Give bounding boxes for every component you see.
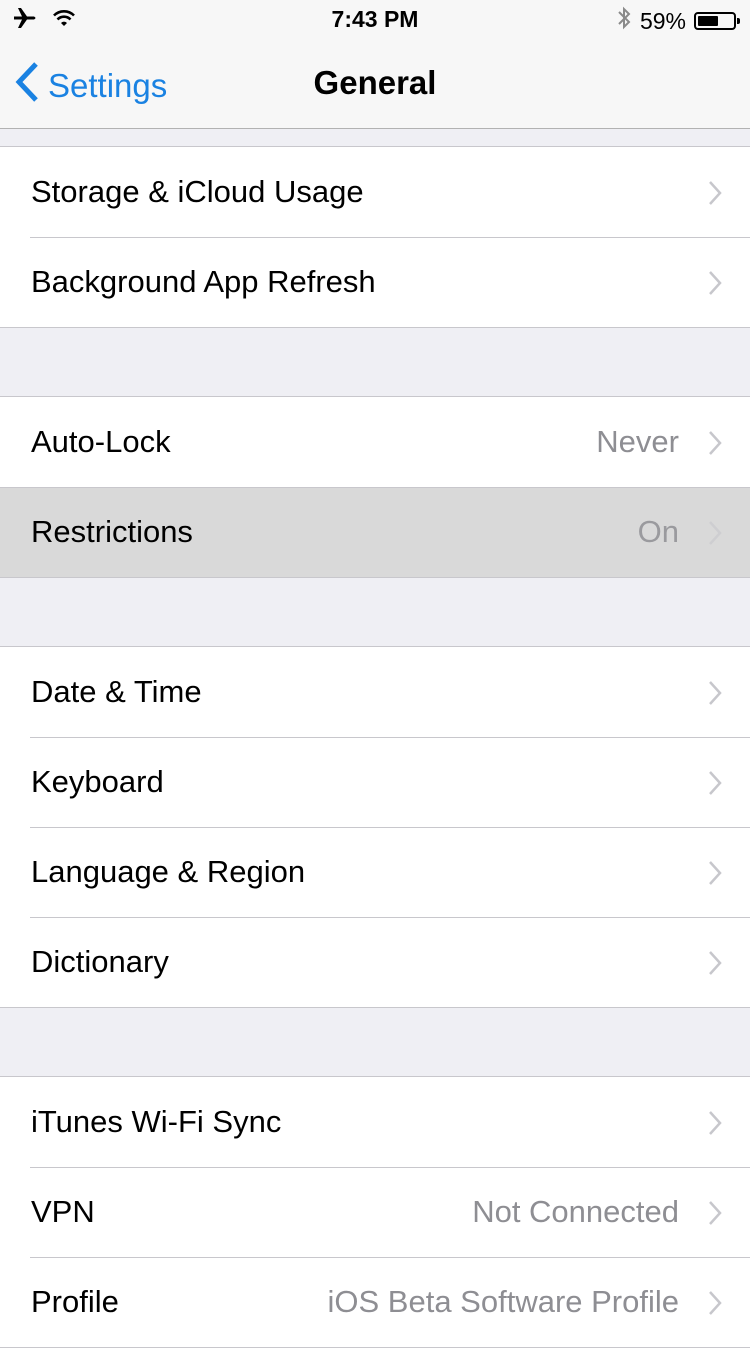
row-date-time[interactable]: Date & Time (0, 647, 750, 737)
battery-fill (698, 16, 718, 26)
row-auto-lock[interactable]: Auto-Lock Never (0, 397, 750, 487)
row-storage-icloud-usage[interactable]: Storage & iCloud Usage (0, 147, 750, 237)
row-value: Not Connected (472, 1194, 679, 1229)
row-label: VPN (31, 1194, 95, 1229)
chevron-right-icon (708, 270, 722, 301)
row-label: Auto-Lock (31, 424, 171, 459)
bluetooth-icon (616, 5, 632, 37)
battery-icon (694, 12, 740, 30)
navigation-bar: Settings General (0, 40, 750, 129)
row-restrictions[interactable]: Restrictions On (0, 487, 750, 577)
row-label: Background App Refresh (31, 264, 376, 299)
row-value: Never (596, 424, 679, 459)
battery-percent: 59% (639, 7, 686, 34)
chevron-right-icon (708, 770, 722, 801)
settings-group: Auto-Lock Never Restrictions On (0, 396, 750, 578)
row-label: Language & Region (31, 854, 306, 889)
row-label: Profile (31, 1284, 119, 1319)
row-dictionary[interactable]: Dictionary (0, 917, 750, 1007)
settings-group: iTunes Wi-Fi Sync VPN Not Connected Profile… (0, 1076, 750, 1348)
status-bar: 7:43 PM 59% (0, 0, 750, 40)
row-label: Date & Time (31, 674, 202, 709)
row-label: Dictionary (31, 944, 169, 979)
row-label: iTunes Wi-Fi Sync (31, 1104, 282, 1139)
row-vpn[interactable]: VPN Not Connected (0, 1167, 750, 1257)
row-language-region[interactable]: Language & Region (0, 827, 750, 917)
page-title: General (313, 64, 437, 101)
settings-group: Date & Time Keyboard Language & Region Dict… (0, 646, 750, 1008)
chevron-right-icon (708, 1290, 722, 1321)
chevron-right-icon (708, 180, 722, 211)
row-background-app-refresh[interactable]: Background App Refresh (0, 237, 750, 327)
chevron-right-icon (708, 680, 722, 711)
chevron-right-icon (708, 860, 722, 891)
chevron-right-icon (708, 430, 722, 461)
row-keyboard[interactable]: Keyboard (0, 737, 750, 827)
row-label: Keyboard (31, 764, 164, 799)
row-label: Storage & iCloud Usage (31, 174, 364, 209)
chevron-right-icon (708, 1200, 722, 1231)
settings-group: Storage & iCloud Usage Background App Ref… (0, 146, 750, 328)
chevron-right-icon (708, 520, 722, 551)
chevron-right-icon (708, 1110, 722, 1141)
row-value: On (637, 514, 679, 549)
chevron-right-icon (708, 950, 722, 981)
row-value: iOS Beta Software Profile (327, 1284, 680, 1319)
row-label: Restrictions (31, 514, 193, 549)
row-itunes-wi-fi-sync[interactable]: iTunes Wi-Fi Sync (0, 1077, 750, 1167)
